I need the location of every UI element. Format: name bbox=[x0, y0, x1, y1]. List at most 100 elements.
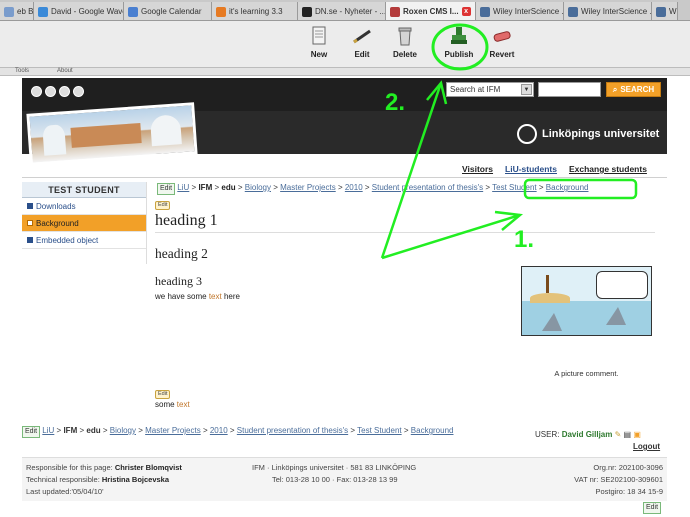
responsible-name[interactable]: Christer Blomqvist bbox=[115, 463, 182, 472]
favicon-icon bbox=[480, 6, 490, 17]
search-button[interactable]: ⌕ SEARCH bbox=[606, 82, 661, 97]
crumb-2010[interactable]: 2010 bbox=[345, 183, 363, 192]
footer-postgiro: Postgiro: 18 34 15-9 bbox=[595, 487, 663, 496]
publish-button[interactable]: Publish bbox=[439, 25, 479, 59]
browser-tab-label: Roxen CMS I... bbox=[403, 7, 459, 16]
favicon-icon bbox=[38, 6, 48, 17]
search-scope-select[interactable]: Search at IFM ▼ bbox=[446, 82, 534, 97]
emblem-icon bbox=[517, 124, 537, 144]
divider bbox=[22, 177, 667, 178]
browser-tab[interactable]: Google Calendar bbox=[124, 2, 212, 20]
sidebar-item-background[interactable]: Background bbox=[22, 215, 146, 232]
search-icon: ⌕ bbox=[612, 84, 618, 94]
crumb-liu[interactable]: LiU bbox=[42, 426, 54, 435]
crumb-2010[interactable]: 2010 bbox=[210, 426, 228, 435]
crumb-separator: > bbox=[56, 426, 62, 435]
body-text-link[interactable]: text bbox=[209, 292, 222, 301]
crumb-liu[interactable]: LiU bbox=[177, 183, 189, 192]
body-text-end: here bbox=[221, 292, 240, 301]
trash-icon bbox=[394, 25, 416, 47]
browser-tab-label: Wiley InterScience ... bbox=[581, 7, 652, 16]
nav-liu-students[interactable]: LiU-students bbox=[505, 164, 557, 174]
eraser-icon bbox=[491, 25, 513, 47]
nav-visitors[interactable]: Visitors bbox=[462, 164, 493, 174]
crumb-edu[interactable]: edu bbox=[221, 183, 235, 192]
browser-tab[interactable]: eb Bas... bbox=[0, 2, 34, 20]
footer-vat: VAT nr: SE202100-309601 bbox=[574, 475, 663, 484]
website-page: Search at IFM ▼ ⌕ SEARCH Linköpings univ… bbox=[22, 78, 667, 517]
revert-button[interactable]: Revert bbox=[482, 25, 522, 59]
tab-about[interactable]: About bbox=[57, 68, 73, 74]
browser-tab[interactable]: Roxen CMS I... x bbox=[386, 2, 476, 20]
search-button-label: SEARCH bbox=[620, 85, 655, 94]
browser-tab[interactable]: Wiley InterScience ... bbox=[476, 2, 564, 20]
footer-technical: Technical responsible: Hristina Bojcevsk… bbox=[26, 475, 169, 484]
footer-address: IFM · Linköpings universitet · 581 83 LI… bbox=[252, 463, 417, 472]
footer-org: Org.nr: 202100-3096 bbox=[593, 463, 663, 472]
crumb-master-projects[interactable]: Master Projects bbox=[280, 183, 336, 192]
tab-tools[interactable]: Tools bbox=[15, 68, 29, 74]
crumb-master-projects[interactable]: Master Projects bbox=[145, 426, 201, 435]
crumb-test-student[interactable]: Test Student bbox=[357, 426, 401, 435]
nav-exchange-students[interactable]: Exchange students bbox=[569, 164, 647, 174]
browser-tab-label: Google Calendar bbox=[141, 7, 202, 16]
breadcrumb-edit-button[interactable]: Edit bbox=[157, 183, 176, 195]
footer-updated: Last updated:'05/04/10' bbox=[26, 487, 104, 496]
browser-tab[interactable]: it's learning 3.3 bbox=[212, 2, 298, 20]
crumb-student-presentation[interactable]: Student presentation of thesis's bbox=[237, 426, 348, 435]
pencil-icon[interactable]: ✎ bbox=[615, 430, 622, 439]
favicon-icon bbox=[302, 6, 312, 17]
crumb-biology[interactable]: Biology bbox=[110, 426, 136, 435]
heading-2: heading 2 bbox=[155, 246, 208, 261]
zoom-icon[interactable] bbox=[45, 86, 56, 97]
listen-icon[interactable] bbox=[31, 86, 42, 97]
browser-tab-label: DN.se - Nyheter - ... bbox=[315, 7, 386, 16]
crumb-student-presentation[interactable]: Student presentation of thesis's bbox=[372, 183, 483, 192]
heading-edit-button[interactable]: Edit bbox=[155, 201, 171, 210]
favicon-icon bbox=[656, 6, 666, 17]
crumb-separator: > bbox=[79, 426, 85, 435]
footer-breadcrumb-edit-button[interactable]: Edit bbox=[22, 426, 41, 438]
new-button[interactable]: New bbox=[299, 25, 339, 59]
university-logo[interactable]: Linköpings universitet bbox=[517, 124, 659, 144]
sidebar-title: TEST STUDENT bbox=[22, 182, 146, 198]
paragraph-edit-button[interactable]: Edit bbox=[155, 390, 171, 399]
edit-button[interactable]: Edit bbox=[342, 25, 382, 59]
new-page-icon bbox=[308, 25, 330, 47]
delete-button[interactable]: Delete bbox=[385, 25, 425, 59]
browser-tab[interactable]: W bbox=[652, 2, 678, 20]
sidebar-item-downloads[interactable]: Downloads bbox=[22, 198, 146, 215]
crumb-edu[interactable]: edu bbox=[86, 426, 100, 435]
browser-tab[interactable]: David - Google Wave bbox=[34, 2, 124, 20]
browser-tab[interactable]: Wiley InterScience ... bbox=[564, 2, 652, 20]
search-input[interactable] bbox=[538, 82, 601, 97]
new-label: New bbox=[310, 50, 328, 59]
sitemap-icon[interactable] bbox=[59, 86, 70, 97]
sidebar-item-embedded-object[interactable]: Embedded object bbox=[22, 232, 146, 249]
browser-tab[interactable]: DN.se - Nyheter - ... bbox=[298, 2, 386, 20]
stamp-icon bbox=[448, 25, 470, 47]
campus-photo bbox=[26, 102, 198, 166]
some-text-link[interactable]: text bbox=[177, 400, 190, 409]
crumb-biology[interactable]: Biology bbox=[245, 183, 271, 192]
crumb-ifm[interactable]: IFM bbox=[63, 426, 77, 435]
browser-tab-bar: eb Bas... David - Google Wave Google Calen… bbox=[0, 0, 690, 21]
crumb-test-student[interactable]: Test Student bbox=[492, 183, 536, 192]
bullet-icon bbox=[27, 203, 33, 209]
crumb-separator: > bbox=[191, 183, 197, 192]
technical-name[interactable]: Hristina Bojcevska bbox=[102, 475, 169, 484]
favicon-icon bbox=[568, 6, 578, 17]
cms-toolbar: New Edit Delete Publish Revert bbox=[0, 21, 690, 68]
user-name: David Gilljam bbox=[561, 430, 613, 439]
rss-icon[interactable]: ▣ bbox=[633, 430, 641, 439]
footer-edit-button[interactable]: Edit bbox=[643, 502, 662, 514]
heading-3: heading 3 bbox=[155, 274, 202, 288]
mail-icon[interactable] bbox=[73, 86, 84, 97]
close-tab-icon[interactable]: x bbox=[461, 7, 471, 16]
university-name: Linköpings universitet bbox=[542, 128, 660, 140]
crumb-background[interactable]: Background bbox=[546, 183, 589, 192]
crumb-background[interactable]: Background bbox=[411, 426, 454, 435]
logout-link[interactable]: Logout bbox=[633, 442, 660, 451]
print-icon[interactable]: ▤ bbox=[624, 430, 632, 439]
crumb-ifm[interactable]: IFM bbox=[198, 183, 212, 192]
